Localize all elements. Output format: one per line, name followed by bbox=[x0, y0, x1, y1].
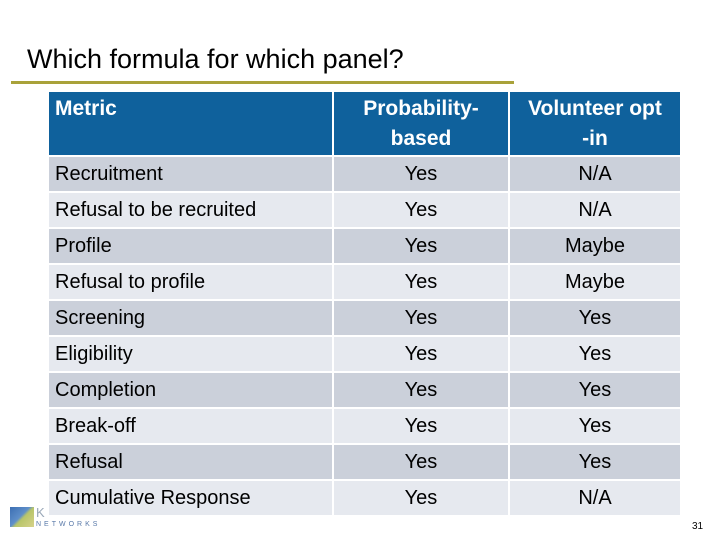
cell-volunteer-opt-in: Maybe bbox=[510, 229, 680, 263]
logo-mark-icon bbox=[10, 507, 34, 527]
table-row: Completion Yes Yes bbox=[49, 373, 680, 407]
cell-probability-based: Yes bbox=[334, 409, 508, 443]
cell-volunteer-opt-in: Yes bbox=[510, 445, 680, 479]
cell-volunteer-opt-in: Yes bbox=[510, 373, 680, 407]
cell-metric: Refusal to profile bbox=[49, 265, 332, 299]
table-row: Recruitment Yes N/A bbox=[49, 157, 680, 191]
cell-probability-based: Yes bbox=[334, 445, 508, 479]
cell-probability-based: Yes bbox=[334, 193, 508, 227]
header-volunteer-line2: -in bbox=[582, 127, 608, 150]
cell-volunteer-opt-in: Maybe bbox=[510, 265, 680, 299]
slide-title: Which formula for which panel? bbox=[27, 44, 404, 74]
header-probability-line1: Probability- bbox=[363, 97, 479, 120]
table-row: Profile Yes Maybe bbox=[49, 229, 680, 263]
header-volunteer-opt-in: Volunteer opt -in bbox=[510, 92, 680, 155]
cell-metric: Cumulative Response bbox=[49, 481, 332, 515]
cell-volunteer-opt-in: Yes bbox=[510, 409, 680, 443]
cell-probability-based: Yes bbox=[334, 229, 508, 263]
logo-subtext: NETWORKS bbox=[36, 521, 101, 528]
header-metric: Metric bbox=[49, 92, 332, 155]
cell-metric: Eligibility bbox=[49, 337, 332, 371]
table-row: Refusal to profile Yes Maybe bbox=[49, 265, 680, 299]
table-row: Cumulative Response Yes N/A bbox=[49, 481, 680, 515]
cell-volunteer-opt-in: N/A bbox=[510, 481, 680, 515]
header-volunteer-line1: Volunteer opt bbox=[528, 97, 662, 120]
cell-probability-based: Yes bbox=[334, 265, 508, 299]
cell-volunteer-opt-in: Yes bbox=[510, 301, 680, 335]
cell-volunteer-opt-in: N/A bbox=[510, 193, 680, 227]
cell-probability-based: Yes bbox=[334, 481, 508, 515]
table-row: Refusal Yes Yes bbox=[49, 445, 680, 479]
cell-metric: Profile bbox=[49, 229, 332, 263]
table-header-row: Metric Probability- based Volunteer opt … bbox=[49, 92, 680, 155]
table-row: Eligibility Yes Yes bbox=[49, 337, 680, 371]
table-row: Refusal to be recruited Yes N/A bbox=[49, 193, 680, 227]
company-logo: K NETWORKS bbox=[10, 505, 97, 531]
cell-probability-based: Yes bbox=[334, 373, 508, 407]
cell-volunteer-opt-in: Yes bbox=[510, 337, 680, 371]
logo-letter: K bbox=[36, 505, 45, 520]
cell-volunteer-opt-in: N/A bbox=[510, 157, 680, 191]
cell-metric: Break-off bbox=[49, 409, 332, 443]
cell-probability-based: Yes bbox=[334, 157, 508, 191]
cell-probability-based: Yes bbox=[334, 337, 508, 371]
cell-metric: Recruitment bbox=[49, 157, 332, 191]
cell-metric: Refusal bbox=[49, 445, 332, 479]
header-probability-line2: based bbox=[390, 127, 452, 150]
cell-metric: Refusal to be recruited bbox=[49, 193, 332, 227]
cell-metric: Screening bbox=[49, 301, 332, 335]
page-number: 31 bbox=[692, 521, 704, 532]
table-body: Recruitment Yes N/A Refusal to be recruited… bbox=[49, 157, 680, 515]
title-underline bbox=[11, 81, 514, 84]
table-row: Screening Yes Yes bbox=[49, 301, 680, 335]
cell-probability-based: Yes bbox=[334, 301, 508, 335]
cell-metric: Completion bbox=[49, 373, 332, 407]
formula-table: Metric Probability- based Volunteer opt … bbox=[47, 90, 682, 517]
table-row: Break-off Yes Yes bbox=[49, 409, 680, 443]
header-probability-based: Probability- based bbox=[334, 92, 508, 155]
